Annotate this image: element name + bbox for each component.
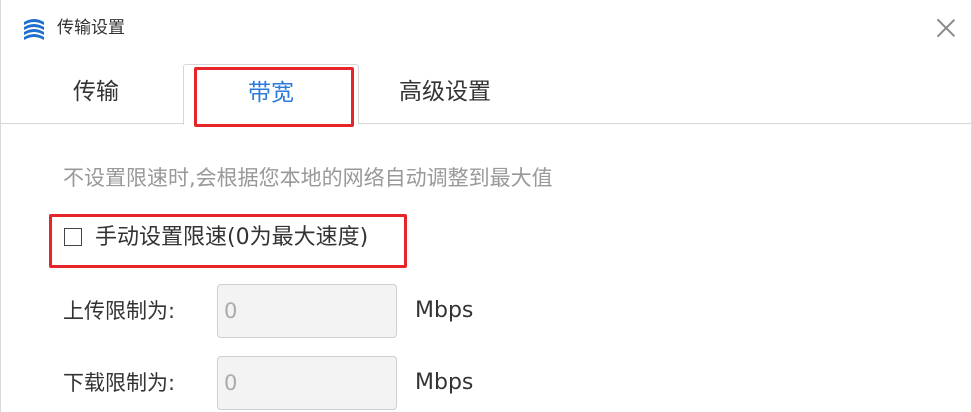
bandwidth-hint-text: 不设置限速时,会根据您本地的网络自动调整到最大值 [63, 166, 553, 190]
upload-limit-input[interactable] [217, 284, 397, 338]
tab-bar: 传输 带宽 高级设置 [1, 56, 971, 127]
stacked-disks-icon [21, 17, 47, 41]
tab-transfer[interactable]: 传输 [41, 64, 151, 125]
close-icon[interactable] [929, 12, 963, 46]
manual-limit-row: 手动设置限速(0为最大速度) [49, 214, 407, 268]
download-limit-label: 下载限制为: [63, 371, 176, 395]
window-title: 传输设置 [57, 18, 125, 38]
tab-advanced-settings[interactable]: 高级设置 [377, 64, 513, 125]
highlight-box [49, 214, 407, 268]
transfer-settings-dialog: 传输设置 传输 带宽 高级设置 不设置限速时,会根据您本地的网络自动调整到最大值… [0, 0, 972, 412]
upload-limit-label: 上传限制为: [63, 299, 176, 323]
download-unit-label: Mbps [415, 370, 474, 395]
download-limit-input[interactable] [217, 356, 397, 410]
title-bar: 传输设置 [1, 0, 971, 56]
tab-bandwidth[interactable]: 带宽 [183, 64, 359, 127]
upload-unit-label: Mbps [415, 298, 474, 323]
highlight-box [194, 67, 354, 127]
